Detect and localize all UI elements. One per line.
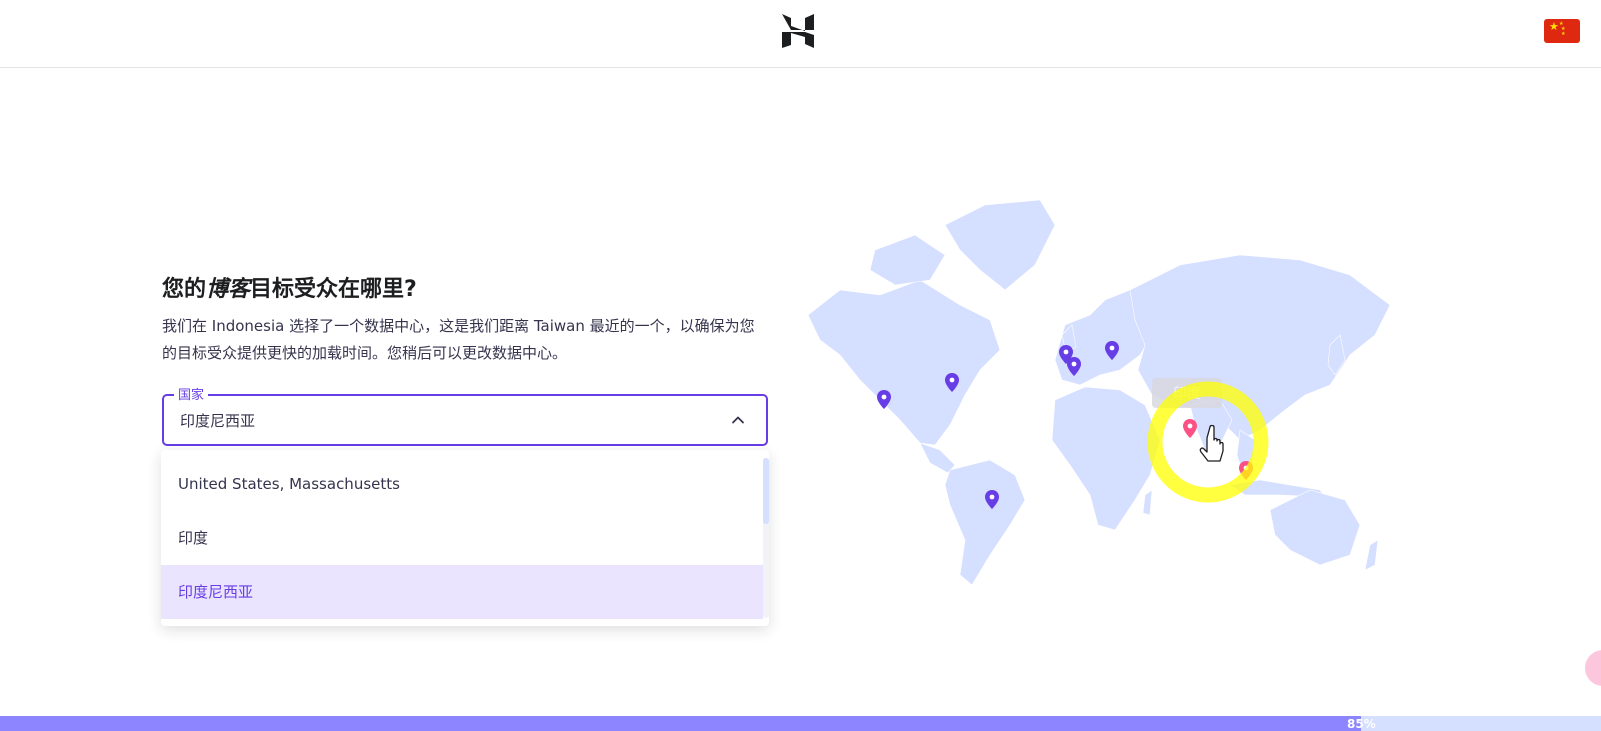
north-america-shape [807, 279, 1001, 446]
central-america-shape [919, 442, 956, 474]
country-select-value: 印度尼西亚 [180, 412, 256, 430]
country-select[interactable]: 印度尼西亚 [162, 394, 768, 446]
progress-bar-fill [0, 716, 1361, 731]
dropdown-scrollbar-thumb[interactable] [763, 458, 769, 524]
chat-widget-button[interactable] [1585, 650, 1601, 686]
world-map: 印度 [807, 199, 1391, 586]
language-flag-icon[interactable]: ★ ★ ★ ★ [1544, 19, 1580, 43]
hostinger-logo-icon[interactable] [782, 14, 814, 48]
south-america-shape [944, 459, 1026, 586]
page-description: 我们在 Indonesia 选择了一个数据中心，这是我们距离 Taiwan 最近… [162, 317, 755, 362]
top-bar: ★ ★ ★ ★ [0, 0, 1601, 68]
chevron-up-icon[interactable] [730, 412, 746, 428]
pin-active-icon [1183, 419, 1197, 438]
country-field-label: 国家 [174, 384, 209, 403]
progress-label: 85% [1347, 717, 1376, 731]
dropdown-option-us-massachusetts[interactable]: United States, Massachusetts [161, 457, 763, 511]
canada-islands-shape [869, 234, 946, 286]
greenland-shape [944, 199, 1056, 291]
madagascar-shape [1142, 489, 1153, 516]
country-dropdown-list[interactable]: United States, Massachusetts 印度 印度尼西亚 [161, 450, 769, 626]
new-zealand-shape [1364, 539, 1379, 571]
page-title: 您的博客目标受众在哪里? [162, 277, 417, 302]
dropdown-option-india[interactable]: 印度 [161, 511, 763, 565]
australia-shape [1269, 489, 1361, 566]
dropdown-option-indonesia[interactable]: 印度尼西亚 [161, 565, 763, 619]
